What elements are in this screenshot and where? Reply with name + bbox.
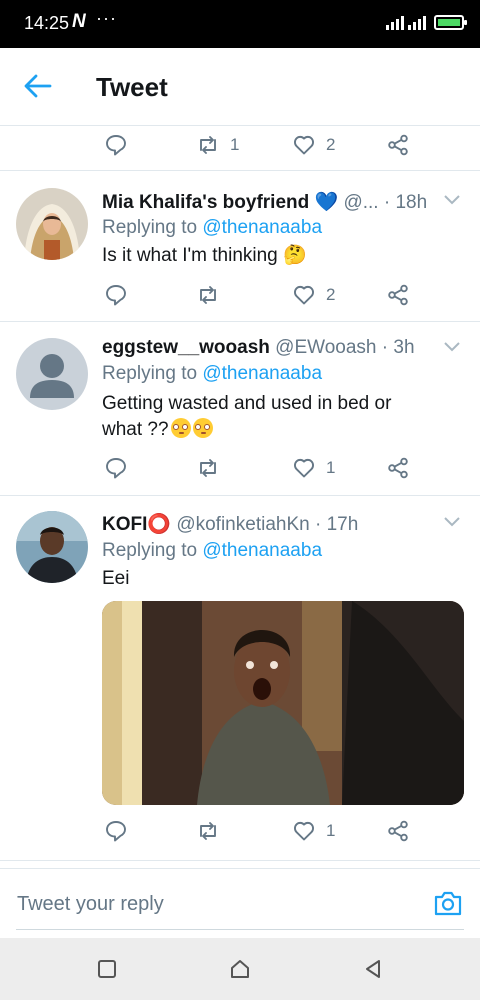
tweet-text: Eei	[102, 568, 130, 589]
status-time: 14:25	[24, 13, 70, 33]
like-count: 2	[326, 135, 336, 154]
retweet-button[interactable]	[196, 454, 220, 482]
back-arrow-icon[interactable]	[22, 72, 54, 100]
retweet-button[interactable]	[196, 281, 220, 309]
flushed-face-emoji-icon	[192, 418, 213, 438]
reply-composer[interactable]: Tweet your reply	[0, 868, 480, 938]
composer-underline	[16, 929, 464, 930]
home-icon[interactable]	[229, 958, 251, 980]
recent-apps-icon[interactable]	[96, 958, 118, 980]
reply-tweet[interactable]: eggstew__wooash @EWooash · 3h Replying t…	[0, 321, 480, 495]
retweet-icon	[200, 822, 216, 840]
chevron-down-icon[interactable]	[443, 194, 461, 206]
mention-link[interactable]: @thenanaaba	[202, 363, 322, 384]
heart-icon	[294, 458, 314, 478]
replying-to: Replying to @thenanaaba	[102, 217, 322, 239]
signal-icon	[386, 16, 426, 30]
mention-link[interactable]: @thenanaaba	[202, 217, 322, 238]
reply-button[interactable]	[104, 281, 128, 309]
reply-icon	[106, 285, 126, 306]
reply-button[interactable]	[104, 454, 128, 482]
share-button[interactable]	[386, 454, 410, 482]
status-bar: 14:25 N ···	[0, 0, 480, 48]
tweet-actions: 1	[100, 454, 420, 482]
display-name[interactable]: Mia Khalifa's boyfriend 💙	[102, 192, 338, 213]
tweet-time: · 17h	[314, 514, 359, 535]
heart-icon	[294, 821, 314, 841]
tweet-media-gif[interactable]	[102, 601, 464, 805]
back-icon[interactable]	[362, 958, 384, 980]
share-button[interactable]	[386, 131, 410, 159]
avatar[interactable]	[16, 188, 88, 260]
share-icon	[388, 284, 408, 306]
reply-icon	[106, 821, 126, 842]
like-button[interactable]: 1	[292, 817, 335, 845]
retweet-icon	[200, 459, 216, 477]
flushed-face-emoji-icon	[170, 418, 191, 438]
avatar[interactable]	[16, 338, 88, 410]
tweet-header: eggstew__wooash @EWooash · 3h	[102, 337, 415, 359]
display-name[interactable]: KOFI⭕	[102, 514, 171, 535]
reply-tweet[interactable]: Mia Khalifa's boyfriend 💙 @... · 18h Rep…	[0, 170, 480, 321]
reply-button[interactable]	[104, 131, 128, 159]
replying-to-label: Replying to	[102, 540, 203, 561]
share-button[interactable]	[386, 817, 410, 845]
tweet-header: Mia Khalifa's boyfriend 💙 @... · 18h	[102, 190, 427, 214]
like-count: 1	[326, 821, 336, 840]
user-handle[interactable]: @EWooash	[275, 337, 376, 358]
tweet-text: Getting wasted and used in bed or what ?…	[102, 393, 392, 440]
tweet-time: · 18h	[383, 192, 428, 213]
tweet-header: KOFI⭕ @kofinketiahKn · 17h	[102, 512, 358, 536]
share-icon	[388, 457, 408, 479]
like-count: 1	[326, 458, 336, 477]
mention-link[interactable]: @thenanaaba	[202, 540, 322, 561]
replying-to: Replying to @thenanaaba	[102, 363, 322, 385]
display-name[interactable]: eggstew__wooash	[102, 337, 270, 358]
reply-input[interactable]: Tweet your reply	[17, 893, 164, 916]
retweet-count: 1	[230, 135, 240, 154]
share-icon	[388, 134, 408, 156]
app-bar: Tweet	[0, 48, 480, 126]
divider	[0, 860, 480, 861]
avatar[interactable]	[16, 511, 88, 583]
main-tweet-actions: 1 2	[100, 131, 420, 159]
user-handle[interactable]: @...	[343, 192, 378, 213]
heart-icon	[294, 135, 314, 155]
retweet-button[interactable]	[196, 817, 220, 845]
chevron-down-icon[interactable]	[443, 516, 461, 528]
replying-to-label: Replying to	[102, 217, 203, 238]
tweet-time: · 3h	[381, 337, 415, 358]
system-navigation-bar	[0, 938, 480, 1000]
heart-icon	[294, 285, 314, 305]
reply-button[interactable]	[104, 817, 128, 845]
like-count: 2	[326, 285, 336, 304]
tweet-actions: 2	[100, 281, 420, 309]
user-handle[interactable]: @kofinketiahKn	[176, 514, 309, 535]
page-title: Tweet	[96, 72, 168, 102]
more-notifications-icon: ···	[96, 8, 117, 28]
retweet-icon	[200, 136, 216, 154]
reply-icon	[106, 135, 126, 156]
camera-icon[interactable]	[433, 889, 463, 917]
tweet-text: Is it what I'm thinking 🤔	[102, 245, 307, 266]
tweet-text-block: Getting wasted and used in bed or what ?…	[102, 391, 422, 443]
chevron-down-icon[interactable]	[443, 341, 461, 353]
like-button[interactable]: 2	[292, 281, 335, 309]
like-button[interactable]: 1	[292, 454, 335, 482]
retweet-button[interactable]: 1	[196, 131, 239, 159]
share-button[interactable]	[386, 281, 410, 309]
notification-n-icon: N	[72, 11, 86, 32]
like-button[interactable]: 2	[292, 131, 335, 159]
reply-icon	[106, 458, 126, 479]
tweet-actions: 1	[100, 817, 420, 845]
battery-icon	[434, 15, 467, 30]
replying-to-label: Replying to	[102, 363, 203, 384]
replying-to: Replying to @thenanaaba	[102, 540, 322, 562]
retweet-icon	[200, 286, 216, 304]
share-icon	[388, 820, 408, 842]
